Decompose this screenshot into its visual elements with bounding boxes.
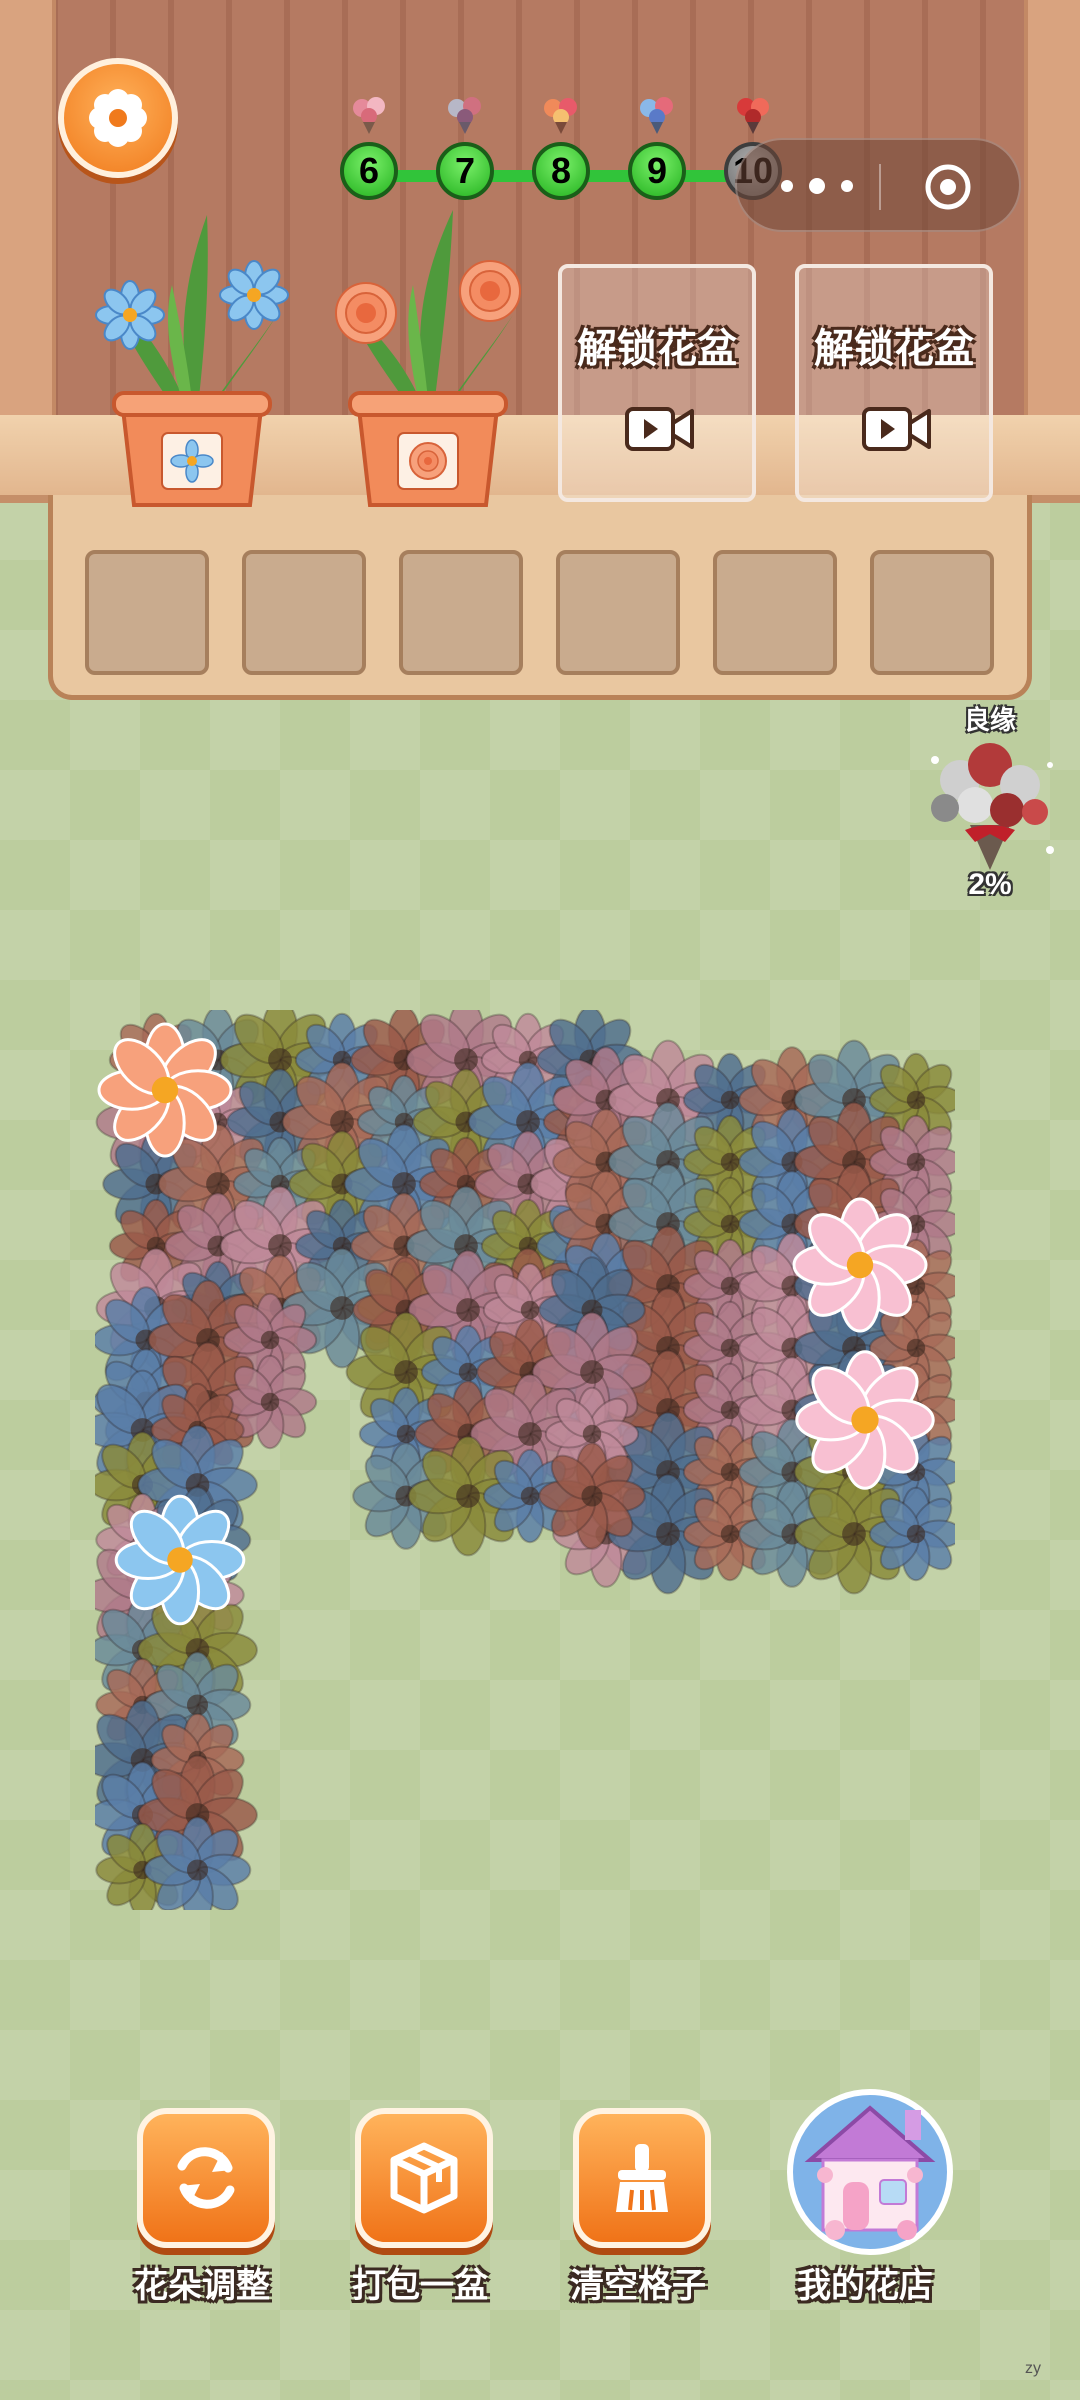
tool-shop: 我的花店 bbox=[785, 2089, 953, 2308]
tray-slot[interactable] bbox=[713, 550, 837, 675]
video-icon bbox=[625, 407, 694, 451]
clear-slots-label: 清空格子 bbox=[570, 2267, 706, 2305]
level-node: 7 bbox=[436, 142, 494, 200]
pot-blue-daisy[interactable] bbox=[82, 195, 302, 515]
bouquet-icon bbox=[931, 743, 1054, 870]
level-node: 6 bbox=[340, 142, 398, 200]
flower-tile[interactable] bbox=[868, 1486, 955, 1582]
level-node: 8 bbox=[532, 142, 590, 200]
tray-slot[interactable] bbox=[556, 550, 680, 675]
unlock-pot-label: 解锁花盆 bbox=[577, 327, 737, 371]
tool-adjust: 花朵调整 bbox=[122, 2108, 282, 2308]
my-shop-label: 我的花店 bbox=[797, 2267, 933, 2305]
holding-tray bbox=[48, 495, 1032, 700]
broom-icon bbox=[616, 2144, 668, 2212]
tool-pack: 打包一盆 bbox=[340, 2108, 500, 2308]
level-progress-track: 6 7 8 9 10 bbox=[340, 90, 800, 200]
adjust-flowers-button[interactable] bbox=[137, 2108, 275, 2248]
unlock-pot-label: 解锁花盆 bbox=[814, 327, 974, 371]
pot-orange-rose[interactable] bbox=[318, 195, 538, 515]
flower-tile[interactable] bbox=[538, 1442, 646, 1550]
flower-gear-icon bbox=[89, 89, 147, 147]
pack-pot-label: 打包一盆 bbox=[352, 2267, 488, 2305]
orange-rose-tile[interactable] bbox=[97, 1022, 233, 1158]
settings-button[interactable] bbox=[58, 58, 178, 178]
unlock-pot-button[interactable]: 解锁花盆 bbox=[558, 264, 756, 502]
bouquet-icon bbox=[737, 98, 769, 134]
bouquet-goal[interactable]: 良缘 2% bbox=[915, 700, 1065, 910]
watermark: zy bbox=[1025, 2360, 1041, 2377]
adjust-flowers-label: 花朵调整 bbox=[134, 2267, 270, 2305]
unlock-pot-button[interactable]: 解锁花盆 bbox=[795, 264, 993, 502]
flower-shop-icon[interactable] bbox=[785, 2080, 955, 2255]
blue-daisy-tile[interactable] bbox=[114, 1494, 246, 1626]
capsule-divider bbox=[879, 164, 881, 210]
more-dots-icon[interactable] bbox=[777, 176, 857, 196]
shelf-left-post bbox=[0, 0, 56, 455]
box-icon bbox=[390, 2142, 458, 2214]
flower-tile[interactable] bbox=[143, 1816, 252, 1910]
tool-clear: 清空格子 bbox=[558, 2108, 718, 2308]
bouquet-icon bbox=[640, 97, 673, 134]
flower-field[interactable] bbox=[95, 1010, 955, 1910]
refresh-icon bbox=[177, 2147, 235, 2209]
bouquet-progress-percent: 2% bbox=[968, 868, 1012, 901]
tray-slot[interactable] bbox=[85, 550, 209, 675]
clear-slots-button[interactable] bbox=[573, 2108, 711, 2248]
mini-program-capsule bbox=[735, 138, 1021, 232]
pink-blossom-tile[interactable] bbox=[795, 1350, 935, 1490]
tray-slot[interactable] bbox=[870, 550, 994, 675]
pink-blossom-tile[interactable] bbox=[792, 1197, 928, 1333]
close-target-icon[interactable] bbox=[923, 162, 973, 212]
level-node: 9 bbox=[628, 142, 686, 200]
tray-slot[interactable] bbox=[242, 550, 366, 675]
bouquet-icon bbox=[448, 97, 481, 134]
shelf-right-post bbox=[1024, 0, 1080, 455]
bouquet-icon bbox=[544, 98, 577, 134]
bouquet-icon bbox=[353, 97, 385, 134]
pack-pot-button[interactable] bbox=[355, 2108, 493, 2248]
tray-slot[interactable] bbox=[399, 550, 523, 675]
video-icon bbox=[862, 407, 931, 451]
